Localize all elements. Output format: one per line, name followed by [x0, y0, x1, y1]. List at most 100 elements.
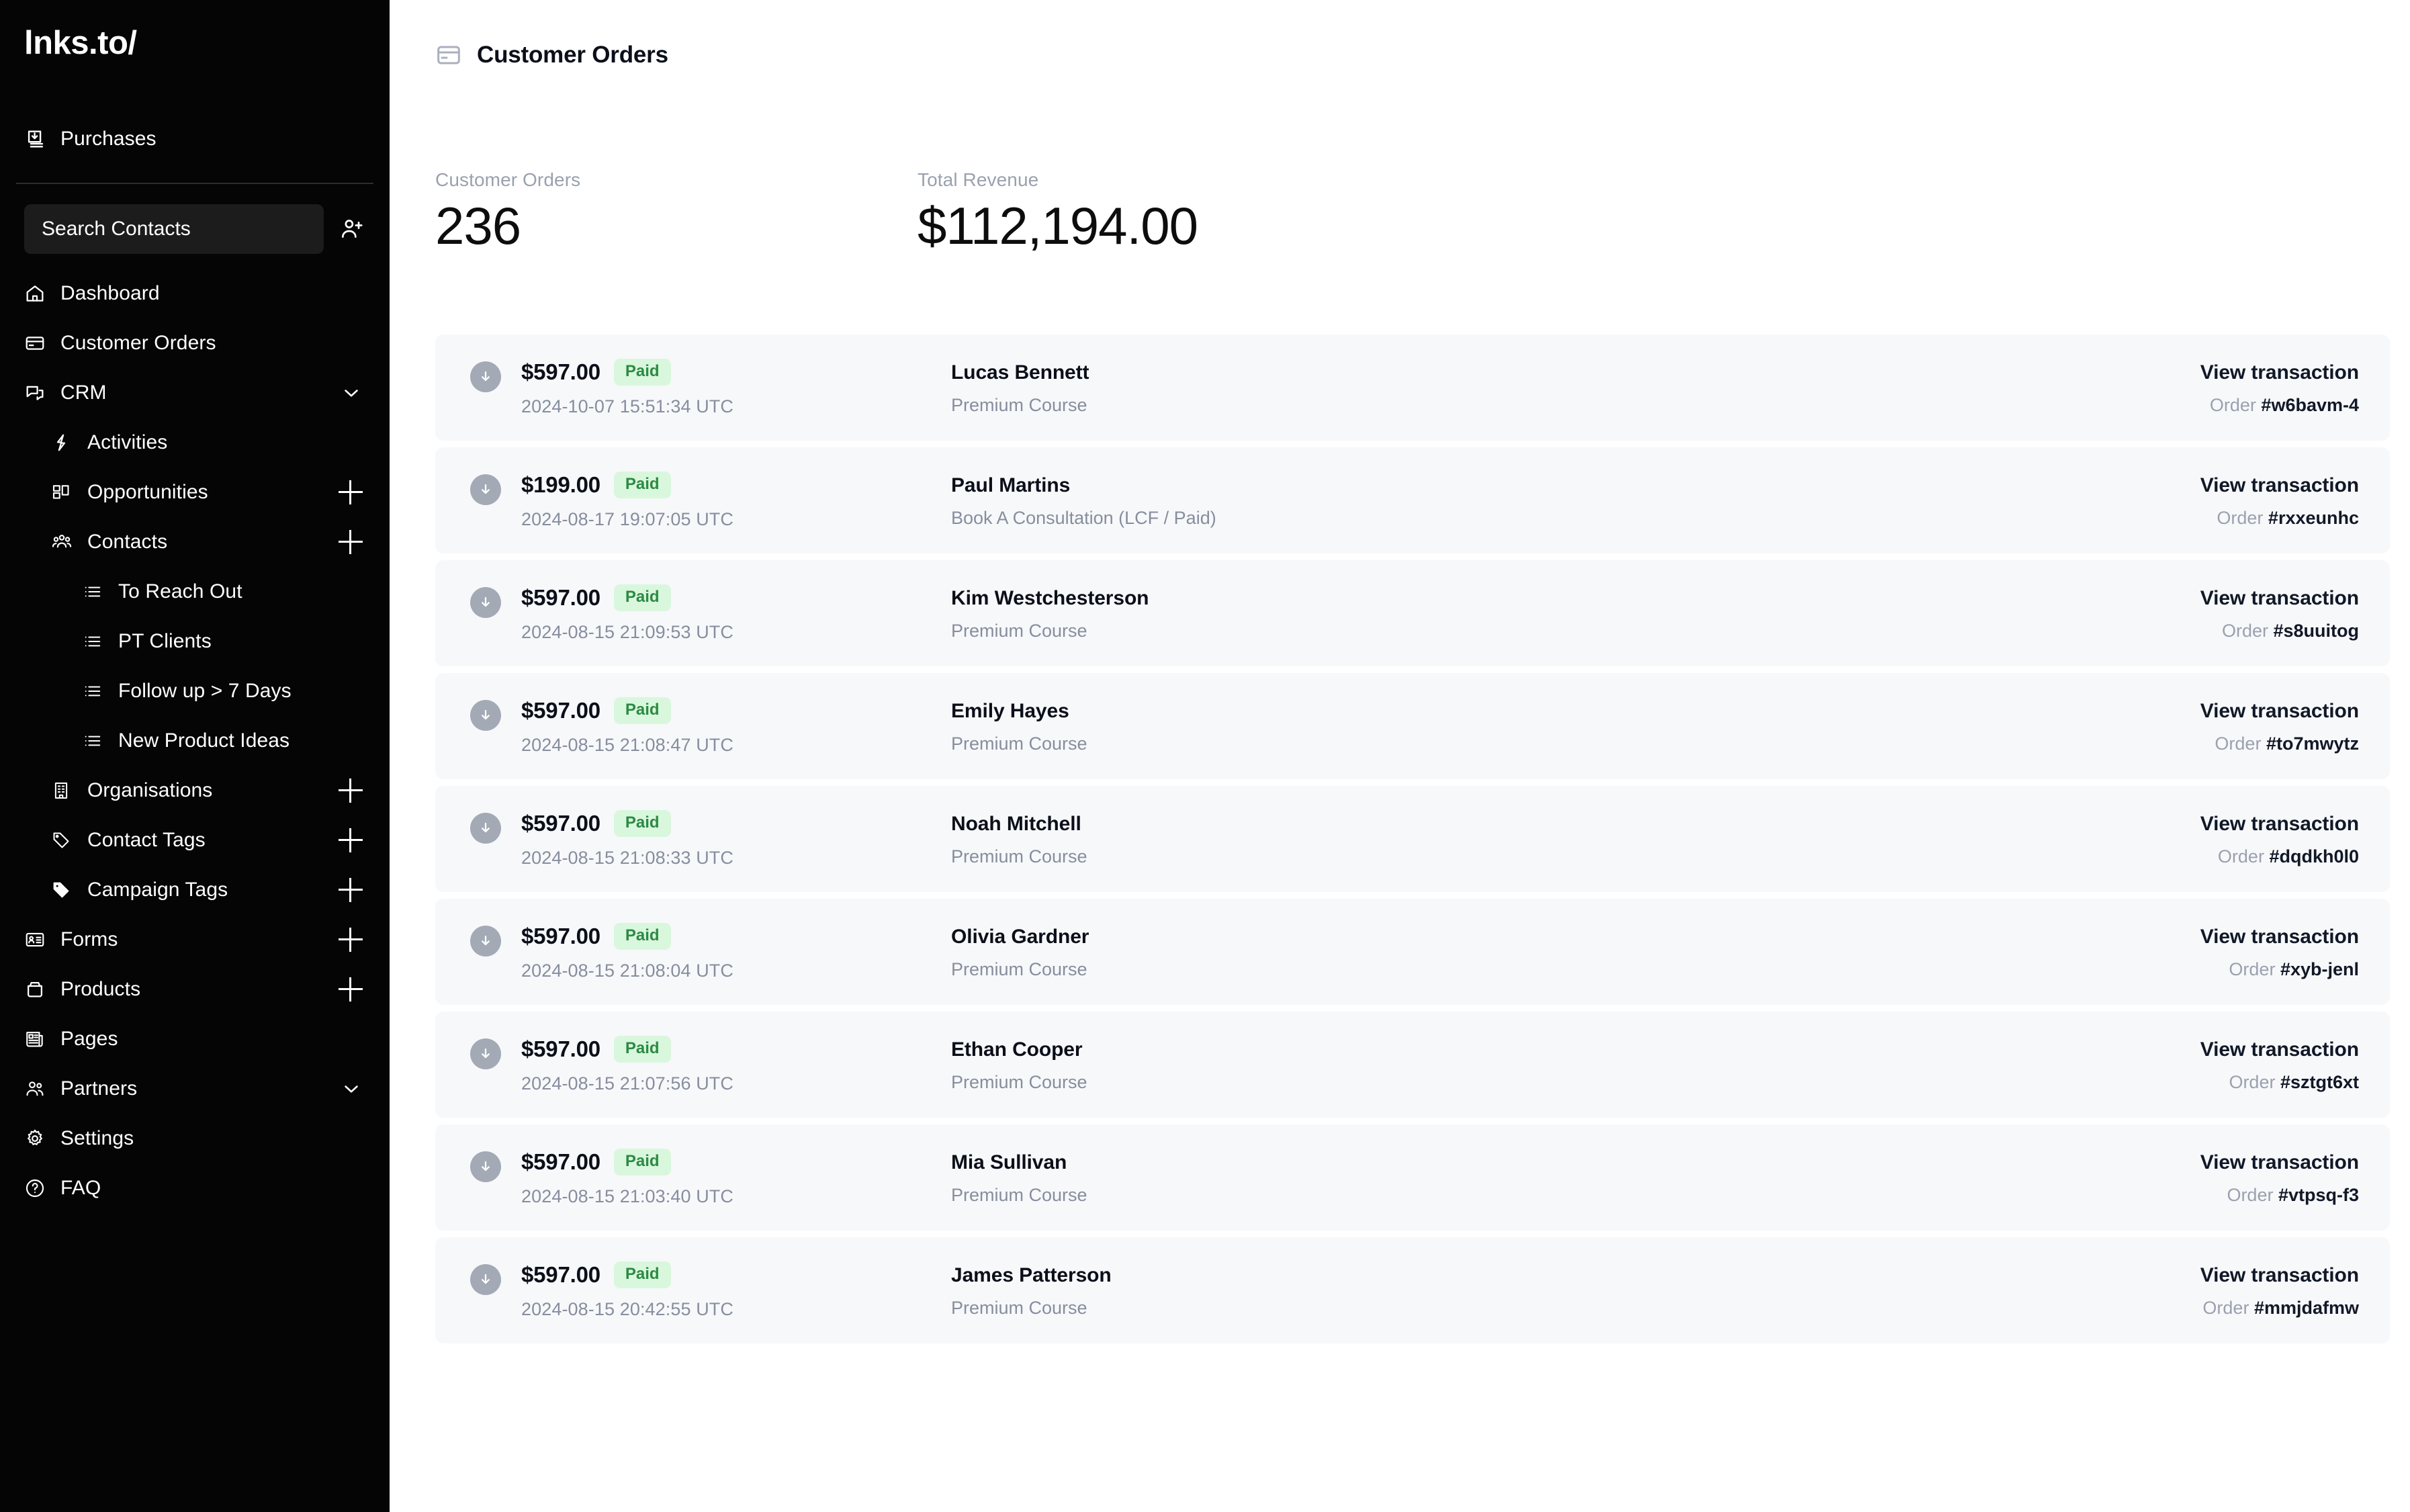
- view-transaction-link[interactable]: View transaction: [2200, 1038, 2359, 1061]
- sidebar-item-customer-orders[interactable]: Customer Orders: [0, 318, 390, 368]
- order-amount: $597.00: [521, 697, 600, 723]
- order-amount: $597.00: [521, 1261, 600, 1287]
- tag-filled-icon: [51, 880, 87, 900]
- order-date: 2024-08-15 21:08:04 UTC: [521, 960, 734, 981]
- list-icon: [83, 682, 118, 701]
- status-badge: Paid: [613, 584, 671, 611]
- download-icon[interactable]: [470, 699, 501, 731]
- sidebar-item-new-product-ideas[interactable]: New Product Ideas: [0, 716, 390, 766]
- sidebar-item-crm[interactable]: CRM: [0, 368, 390, 418]
- sidebar-item-label: Activities: [87, 431, 168, 453]
- order-date: 2024-08-15 21:08:33 UTC: [521, 847, 734, 868]
- customer-name: Mia Sullivan: [951, 1151, 1067, 1173]
- sidebar-item-label: Partners: [60, 1077, 138, 1100]
- sidebar-item-label: Settings: [60, 1127, 134, 1149]
- download-icon[interactable]: [470, 1038, 501, 1069]
- view-transaction-link[interactable]: View transaction: [2200, 926, 2359, 948]
- view-transaction-link[interactable]: View transaction: [2200, 587, 2359, 610]
- sidebar-item-settings[interactable]: Settings: [0, 1114, 390, 1163]
- order-customer-cell: Kim Westchesterson Premium Course: [951, 584, 1596, 641]
- order-amount-cell: $597.00 Paid 2024-08-15 21:08:04 UTC: [521, 922, 951, 981]
- home-icon: [24, 283, 60, 304]
- view-transaction-link[interactable]: View transaction: [2200, 361, 2359, 384]
- chevron-down-icon[interactable]: [340, 382, 363, 404]
- order-customer-cell: Lucas Bennett Premium Course: [951, 359, 1596, 416]
- sidebar-item-dashboard[interactable]: Dashboard: [0, 269, 390, 318]
- add-form-button[interactable]: [339, 928, 363, 952]
- status-badge: Paid: [613, 1148, 671, 1175]
- add-contact-button[interactable]: [339, 530, 363, 554]
- sidebar-top-group: Purchases: [0, 114, 390, 164]
- sidebar-item-label: Forms: [60, 928, 118, 950]
- sidebar-item-follow-up-7-days[interactable]: Follow up > 7 Days: [0, 666, 390, 716]
- plus-icon: [339, 480, 363, 504]
- tag-outline-icon: [51, 830, 87, 850]
- sidebar-item-label: Organisations: [87, 779, 213, 801]
- search-input[interactable]: [42, 218, 306, 240]
- sidebar-item-contact-tags[interactable]: Contact Tags: [0, 815, 390, 865]
- table-row[interactable]: $199.00 Paid 2024-08-17 19:07:05 UTC Pau…: [435, 447, 2390, 553]
- credit-card-icon: [24, 332, 60, 354]
- sidebar-item-organisations[interactable]: Organisations: [0, 766, 390, 815]
- add-product-button[interactable]: [339, 977, 363, 1002]
- stats-row: Customer Orders 236 Total Revenue $112,1…: [390, 69, 2410, 254]
- sidebar-item-activities[interactable]: Activities: [0, 418, 390, 468]
- sidebar-item-forms[interactable]: Forms: [0, 915, 390, 965]
- table-row[interactable]: $597.00 Paid 2024-08-15 21:08:47 UTC Emi…: [435, 672, 2390, 779]
- product-name: Premium Course: [951, 1297, 1087, 1318]
- order-amount-cell: $199.00 Paid 2024-08-17 19:07:05 UTC: [521, 471, 951, 530]
- order-customer-cell: Emily Hayes Premium Course: [951, 697, 1596, 754]
- sidebar-item-partners[interactable]: Partners: [0, 1064, 390, 1114]
- sidebar-item-pt-clients[interactable]: PT Clients: [0, 617, 390, 666]
- product-name: Book A Consultation (LCF / Paid): [951, 507, 1216, 528]
- download-icon[interactable]: [470, 361, 501, 392]
- view-transaction-link[interactable]: View transaction: [2200, 1151, 2359, 1174]
- order-amount-cell: $597.00 Paid 2024-08-15 21:08:47 UTC: [521, 697, 951, 756]
- table-row[interactable]: $597.00 Paid 2024-08-15 21:07:56 UTC Eth…: [435, 1011, 2390, 1118]
- table-row[interactable]: $597.00 Paid 2024-08-15 20:42:55 UTC Jam…: [435, 1237, 2390, 1343]
- order-customer-cell: Ethan Cooper Premium Course: [951, 1036, 1596, 1093]
- table-row[interactable]: $597.00 Paid 2024-08-15 21:03:40 UTC Mia…: [435, 1124, 2390, 1231]
- sidebar-item-pages[interactable]: Pages: [0, 1014, 390, 1064]
- add-organisation-button[interactable]: [339, 779, 363, 803]
- download-icon[interactable]: [470, 925, 501, 957]
- sidebar-item-faq[interactable]: FAQ: [0, 1163, 390, 1213]
- product-name: Premium Course: [951, 1184, 1087, 1205]
- view-transaction-link[interactable]: View transaction: [2200, 1264, 2359, 1287]
- sidebar-item-contacts[interactable]: Contacts: [0, 517, 390, 567]
- download-icon[interactable]: [470, 812, 501, 844]
- table-row[interactable]: $597.00 Paid 2024-08-15 21:08:04 UTC Oli…: [435, 898, 2390, 1005]
- add-campaign-tag-button[interactable]: [339, 878, 363, 902]
- sidebar-item-products[interactable]: Products: [0, 965, 390, 1014]
- download-icon[interactable]: [470, 586, 501, 618]
- kanban-icon: [51, 482, 87, 502]
- users-icon: [24, 1078, 60, 1100]
- sidebar-item-opportunities[interactable]: Opportunities: [0, 468, 390, 517]
- table-row[interactable]: $597.00 Paid 2024-08-15 21:08:33 UTC Noa…: [435, 785, 2390, 892]
- view-transaction-link[interactable]: View transaction: [2200, 474, 2359, 497]
- add-user-icon[interactable]: [339, 216, 365, 242]
- add-contact-tag-button[interactable]: [339, 828, 363, 852]
- status-badge: Paid: [613, 471, 671, 498]
- table-row[interactable]: $597.00 Paid 2024-10-07 15:51:34 UTC Luc…: [435, 334, 2390, 441]
- sidebar-item-purchases[interactable]: Purchases: [0, 114, 390, 164]
- download-icon[interactable]: [470, 1263, 501, 1295]
- view-transaction-link[interactable]: View transaction: [2200, 700, 2359, 723]
- order-id: Order #w6bavm-4: [2209, 394, 2359, 415]
- table-row[interactable]: $597.00 Paid 2024-08-15 21:09:53 UTC Kim…: [435, 560, 2390, 666]
- download-icon[interactable]: [470, 1151, 501, 1182]
- sidebar-item-to-reach-out[interactable]: To Reach Out: [0, 567, 390, 617]
- order-actions-cell: View transaction Order #dqdkh0l0: [2200, 810, 2359, 867]
- product-name: Premium Course: [951, 394, 1087, 415]
- main-content: Customer Orders Customer Orders 236 Tota…: [390, 0, 2410, 1512]
- product-name: Premium Course: [951, 846, 1087, 866]
- download-icon[interactable]: [470, 474, 501, 505]
- view-transaction-link[interactable]: View transaction: [2200, 813, 2359, 836]
- order-amount: $597.00: [521, 359, 600, 384]
- chevron-down-icon[interactable]: [340, 1077, 363, 1100]
- brand-logo[interactable]: lnks.to/: [0, 0, 390, 62]
- order-id: Order #vtpsq-f3: [2227, 1184, 2359, 1205]
- add-opportunity-button[interactable]: [339, 480, 363, 504]
- search-input-wrapper[interactable]: [24, 204, 324, 254]
- sidebar-item-campaign-tags[interactable]: Campaign Tags: [0, 865, 390, 915]
